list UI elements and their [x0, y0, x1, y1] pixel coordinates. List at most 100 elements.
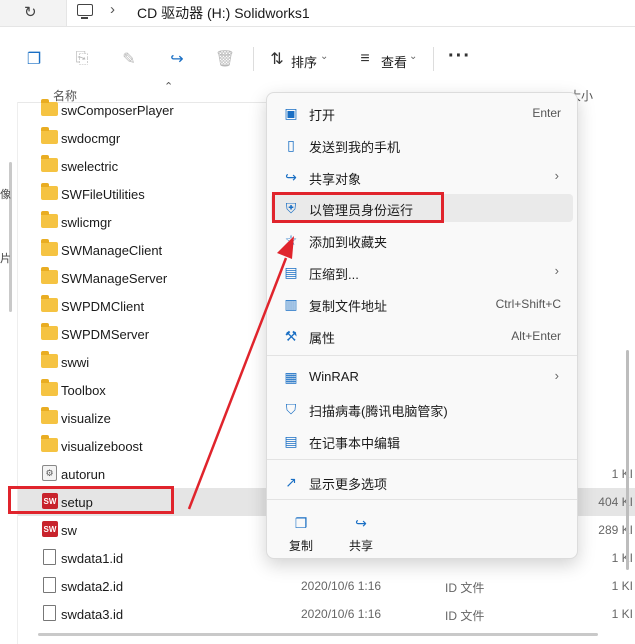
menu-item[interactable]: ☆ 添加到收藏夹 — [271, 226, 573, 254]
folder-icon — [41, 323, 58, 340]
file-date: 2020/10/6 1:16 — [301, 579, 382, 593]
menu-item-label: 显示更多选项 — [309, 477, 388, 492]
menu-item[interactable]: ▤ 在记事本中编辑 — [271, 427, 573, 455]
menu-item[interactable]: ↪ 共享对象 › — [271, 163, 573, 191]
file-icon — [43, 605, 56, 621]
menu-divider — [267, 499, 577, 500]
view-button[interactable]: 查看 — [381, 52, 407, 71]
menu-item[interactable]: ▣ 打开 Enter — [271, 99, 573, 127]
context-menu: ▣ 打开 Enter ▯ 发送到我的手机 ↪ 共享对象 › ⛨ 以管理员身份运行 ☆ 添加到收藏夹 ▤ 压… — [266, 92, 578, 559]
chevron-down-icon: ⌄ — [320, 51, 329, 62]
file-name: SWManageClient — [61, 243, 163, 258]
menu-item[interactable]: ▤ 压缩到... › — [271, 258, 573, 286]
menu-item[interactable]: ▯ 发送到我的手机 — [271, 131, 573, 159]
menu-item-label: 打开 — [309, 108, 336, 123]
paste-icon[interactable]: ⎘ — [73, 50, 91, 68]
more-icon[interactable]: ··· — [448, 45, 471, 68]
file-date: 2020/10/6 1:16 — [301, 607, 382, 621]
solidworks-icon: SW — [42, 521, 58, 537]
menu-item[interactable]: ▥ 复制文件地址 Ctrl+Shift+C — [271, 290, 573, 318]
config-file-icon: ⚙ — [42, 465, 57, 481]
copy-icon: ❐ — [294, 514, 308, 531]
notepad-icon: ▤ — [284, 432, 298, 449]
file-size: 1 KI — [611, 579, 633, 593]
path-icon: ▥ — [284, 295, 298, 312]
file-type: ID 文件 — [445, 609, 485, 623]
nav-label[interactable]: 像 — [0, 186, 11, 202]
folder-icon — [41, 267, 58, 284]
highlight-box-run-as-admin — [272, 192, 444, 223]
file-name: swdata2.id — [61, 579, 124, 594]
menu-item-label: 复制文件地址 — [309, 299, 388, 314]
sort-button[interactable]: 排序 — [291, 52, 317, 71]
file-name: sw — [61, 523, 77, 538]
menu-item[interactable]: ▦ WinRAR › — [271, 363, 573, 391]
file-icon — [43, 549, 56, 565]
menu-item-label: 在记事本中编辑 — [309, 436, 401, 451]
refresh-icon[interactable]: ↻ — [24, 3, 37, 21]
folder-icon — [41, 127, 58, 144]
menu-item-label: 压缩到... — [309, 267, 359, 282]
file-row[interactable]: swdata3.id 2020/10/6 1:16 ID 文件 1 KI — [18, 600, 635, 628]
file-name: swelectric — [61, 159, 119, 174]
menu-item-label: WinRAR — [309, 369, 359, 384]
menu-item-label: 共享对象 — [309, 172, 362, 187]
menu-item-label: 扫描病毒(腾讯电脑管家) — [309, 404, 448, 419]
file-name: SWPDMClient — [61, 299, 145, 314]
file-size: 1 KI — [611, 551, 633, 565]
address-bar: ↻ › CD 驱动器 (H:) Solidworks1 — [0, 0, 635, 27]
address-box[interactable]: › CD 驱动器 (H:) Solidworks1 — [66, 0, 635, 26]
chevron-right-icon: › — [554, 168, 559, 183]
computer-icon — [77, 4, 93, 19]
share-icon: ↪ — [355, 514, 367, 531]
delete-icon[interactable]: 🗑 — [215, 50, 235, 68]
folder-icon — [41, 295, 58, 312]
menu-item-shortcut: Ctrl+Shift+C — [495, 297, 561, 311]
toolbar-divider — [433, 47, 434, 71]
share-icon[interactable]: ↪ — [168, 50, 186, 68]
share-icon: ↪ — [285, 168, 297, 185]
chevron-right-icon: › — [554, 263, 559, 278]
file-name: swdata3.id — [61, 607, 124, 622]
open-icon: ▣ — [284, 104, 298, 121]
chevron-down-icon: ⌄ — [409, 51, 418, 62]
menu-item[interactable]: ⛉ 扫描病毒(腾讯电脑管家) — [271, 395, 573, 423]
winrar-icon: ▦ — [284, 368, 298, 385]
file-name: visualize — [61, 411, 111, 426]
folder-icon — [41, 99, 58, 116]
folder-icon — [41, 379, 58, 396]
more-options-icon: ↗ — [285, 473, 297, 490]
rename-icon[interactable]: ✎ — [120, 50, 138, 68]
file-name: SWFileUtilities — [61, 187, 145, 202]
highlight-box-setup — [8, 486, 174, 514]
sort-caret-icon: ⌃ — [164, 81, 174, 93]
breadcrumb-path[interactable]: CD 驱动器 (H:) Solidworks1 — [137, 3, 310, 23]
breadcrumb-chevron-icon[interactable]: › — [110, 1, 115, 18]
menu-item[interactable]: ⚒ 属性 Alt+Enter — [271, 322, 573, 350]
new-icon[interactable]: ❐ — [25, 50, 43, 68]
menu-item[interactable]: ↗ 显示更多选项 — [271, 468, 573, 496]
sort-icon[interactable]: ⇅ — [268, 50, 286, 68]
menu-item-label: 添加到收藏夹 — [309, 235, 388, 250]
file-name: swdocmgr — [61, 131, 121, 146]
menu-item-label: 发送到我的手机 — [309, 140, 401, 155]
file-name: swdata1.id — [61, 551, 124, 566]
horizontal-scrollbar[interactable] — [38, 633, 598, 636]
vertical-scrollbar[interactable] — [626, 350, 629, 570]
folder-icon — [41, 407, 58, 424]
file-name: swwi — [61, 355, 90, 370]
command-bar: ❐ ⎘ ✎ ↪ 🗑 ⇅ 排序 ⌄ ≡ 查看 ⌄ ··· — [0, 27, 635, 82]
file-size: 1 KI — [611, 467, 633, 481]
menu-item-shortcut: Alt+Enter — [511, 329, 561, 343]
file-name: SWPDMServer — [61, 327, 150, 342]
copy-button[interactable]: ❐ 复制 — [279, 511, 323, 555]
folder-icon — [41, 211, 58, 228]
view-icon[interactable]: ≡ — [356, 50, 374, 68]
folder-icon — [41, 351, 58, 368]
nav-scrollbar[interactable] — [9, 162, 12, 312]
antivirus-icon: ⛉ — [285, 400, 297, 417]
file-row[interactable]: swdata2.id 2020/10/6 1:16 ID 文件 1 KI — [18, 572, 635, 600]
navigation-pane: 像 片 — [0, 102, 18, 644]
nav-label[interactable]: 片 — [0, 250, 11, 266]
share-button[interactable]: ↪ 共享 — [339, 511, 383, 555]
